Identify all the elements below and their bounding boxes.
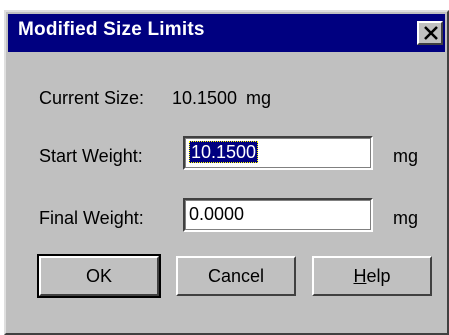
close-icon xyxy=(424,26,438,40)
start-weight-input[interactable]: 10.1500 xyxy=(183,136,373,170)
dialog-window: Modified Size Limits Current Size: 10.15… xyxy=(4,10,449,335)
final-weight-input[interactable]: 0.0000 xyxy=(183,198,373,232)
final-weight-label: Final Weight: xyxy=(39,208,144,228)
cancel-button[interactable]: Cancel xyxy=(176,256,296,296)
ok-button[interactable]: OK xyxy=(37,254,161,298)
title-bar: Modified Size Limits xyxy=(8,14,445,52)
window-title: Modified Size Limits xyxy=(18,19,205,40)
final-weight-unit: mg xyxy=(393,208,419,228)
help-accelerator: H xyxy=(353,266,367,286)
close-button[interactable] xyxy=(417,21,443,45)
start-weight-label: Start Weight: xyxy=(39,146,143,166)
start-weight-unit: mg xyxy=(393,146,419,166)
final-weight-value: 0.0000 xyxy=(189,204,245,224)
help-label-rest: elp xyxy=(366,266,391,286)
current-size-unit: mg xyxy=(246,88,272,108)
start-weight-value: 10.1500 xyxy=(189,141,259,163)
current-size-label: Current Size: xyxy=(39,88,145,108)
current-size-value: 10.1500 xyxy=(172,88,238,108)
help-button[interactable]: Help xyxy=(312,256,432,296)
